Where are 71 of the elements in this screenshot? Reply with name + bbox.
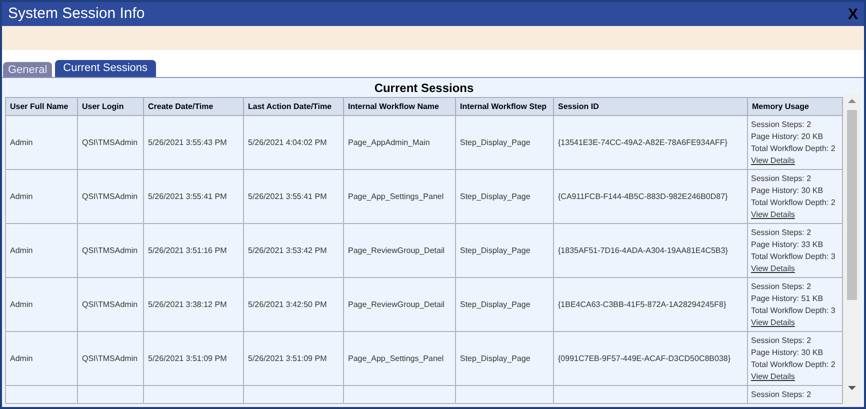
table-cell: 5/26/2021 3:55:43 PM [144,116,244,170]
column-header: Memory Usage [748,98,842,116]
memory-usage-line: Page History: 30 KB [751,185,824,197]
column-header: Session ID [554,98,748,116]
table-cell: {1835AF51-7D16-4ADA-A304-19AA81E4C5B3} [554,224,748,278]
memory-usage-line: Session Steps: 2 [751,173,812,185]
table-cell: Page_ReviewGroup_Detail [344,224,456,278]
table-cell: 5/26/2021 3:55:41 PM [144,170,244,224]
table-cell: Page_App_Settings_Panel [344,170,456,224]
memory-usage-line: Total Workflow Depth: 3 [751,251,836,263]
memory-usage-line: Session Steps: 2 [751,119,812,131]
column-header: User Full Name [6,98,78,116]
table-cell: 5/26/2021 3:51:16 PM [144,224,244,278]
table-cell: 5/26/2021 3:51:09 PM [244,332,344,386]
table-cell: 5/26/2021 4:04:02 PM [244,116,344,170]
memory-usage-line: Session Steps: 2 [751,281,812,293]
column-header: Last Action Date/Time [244,98,344,116]
window-title: System Session Info [8,4,145,24]
memory-usage-line: Total Workflow Depth: 2 [751,197,836,209]
column-header: Internal Workflow Name [344,98,456,116]
table-cell: QSI\TMSAdmin [78,170,144,224]
column-header: Internal Workflow Step [456,98,554,116]
view-details-link[interactable]: View Details [751,155,795,167]
table-cell: 5/26/2021 3:55:41 PM [244,170,344,224]
table-cell: 5/26/2021 3:42:50 PM [244,278,344,332]
view-details-link[interactable]: View Details [751,371,795,383]
table-cell: Admin [6,224,78,278]
memory-usage-line: Total Workflow Depth: 2 [751,359,836,371]
table-cell: Admin [6,170,78,224]
table-cell: Step_Display_Page [456,170,554,224]
table-cell: Admin [6,116,78,170]
scroll-up-icon[interactable] [848,98,856,104]
table-cell: 5/26/2021 3:53:42 PM [244,224,344,278]
table-cell: {0991C7EB-9F57-449E-ACAF-D3CD50C8B038} [554,332,748,386]
table-cell: Step_Display_Page [456,116,554,170]
memory-usage-line: Session Steps: 2 [751,389,812,401]
table-title: Current Sessions [373,80,475,97]
tab[interactable]: Current Sessions [55,60,156,77]
table-cell: 5/26/2021 3:38:12 PM [144,278,244,332]
view-details-link[interactable]: View Details [751,263,795,275]
memory-usage-line: Page History: 20 KB [751,131,824,143]
table-cell: QSI\TMSAdmin [78,116,144,170]
table-cell: 5/26/2021 3:51:09 PM [144,332,244,386]
column-header: Create Date/Time [144,98,244,116]
memory-usage-line: Page History: 51 KB [751,293,824,305]
memory-usage-line: Page History: 30 KB [751,347,824,359]
scrollbar[interactable] [843,94,860,407]
table-cell: QSI\TMSAdmin [78,224,144,278]
memory-usage-line: Session Steps: 2 [751,227,812,239]
table-cell: {13541E3E-74CC-49A2-A82E-78A6FE934AFF} [554,116,748,170]
table-cell: Page_AppAdmin_Main [344,116,456,170]
table-cell: Step_Display_Page [456,278,554,332]
table-cell: QSI\TMSAdmin [78,278,144,332]
column-header: User Login [78,98,144,116]
table-cell: {CA911FCB-F144-4B5C-883D-982E246B0D87} [554,170,748,224]
table-cell: Page_ReviewGroup_Detail [344,278,456,332]
table-cell: Step_Display_Page [456,224,554,278]
memory-usage-line: Total Workflow Depth: 2 [751,143,836,155]
view-details-link[interactable]: View Details [751,317,795,329]
table-cell: Admin [6,278,78,332]
table-cell: Page_App_Settings_Panel [344,332,456,386]
table-cell: QSI\TMSAdmin [78,332,144,386]
scroll-down-icon[interactable] [848,385,856,391]
memory-usage-line: Page History: 33 KB [751,239,824,251]
table-cell: Admin [6,332,78,386]
memory-usage-line: Total Workflow Depth: 3 [751,305,836,317]
table-cell: Step_Display_Page [456,332,554,386]
table-cell: {1BE4CA63-C3BB-41F5-872A-1A28294245F8} [554,278,748,332]
view-details-link[interactable]: View Details [751,209,795,221]
scrollbar-thumb[interactable] [846,110,856,300]
memory-usage-line: Session Steps: 2 [751,335,812,347]
